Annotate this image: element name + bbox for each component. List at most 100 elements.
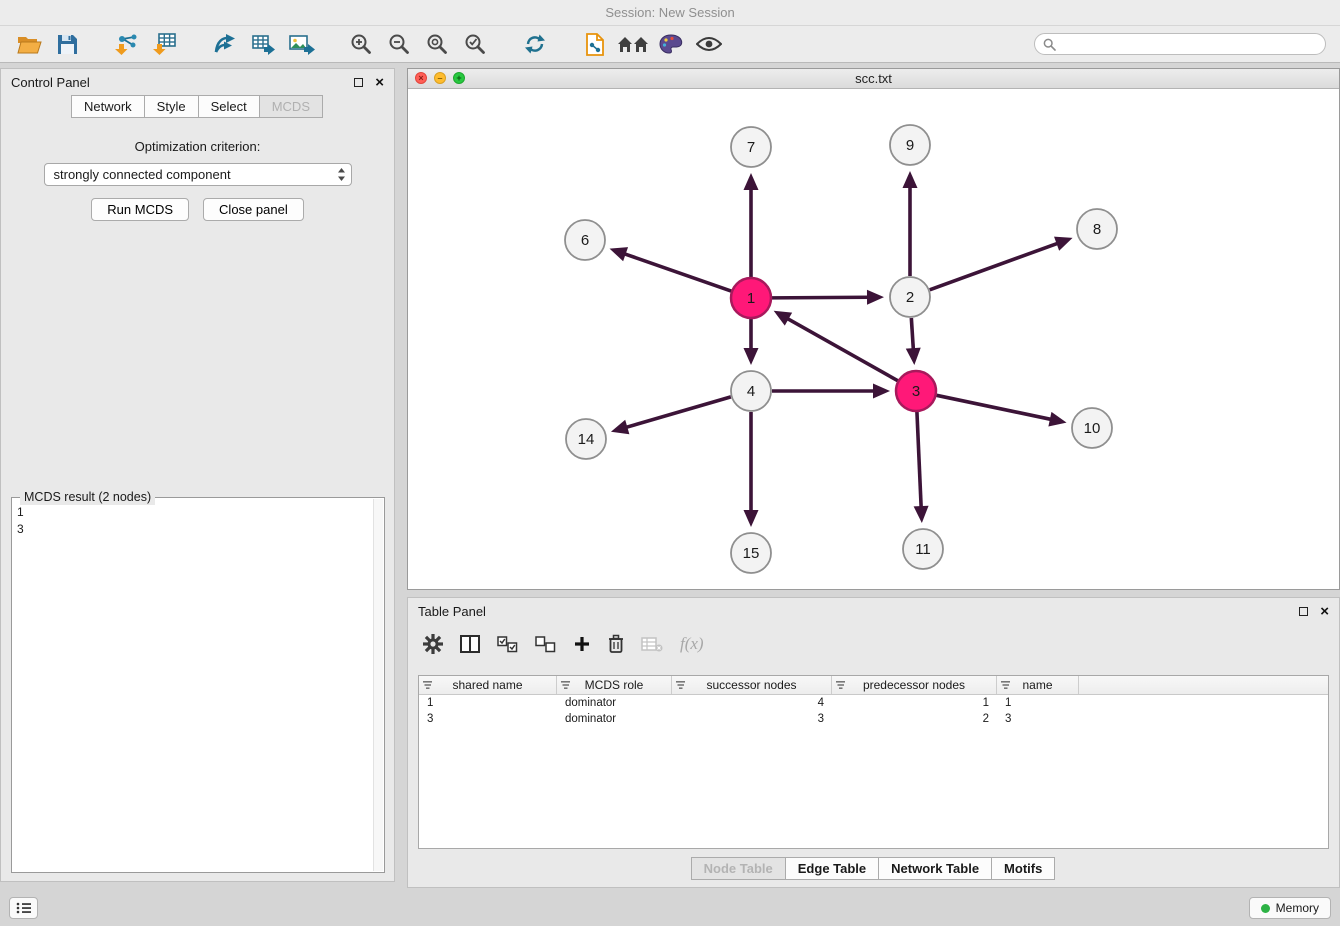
tab-edge-table[interactable]: Edge Table — [785, 857, 879, 880]
reset-view-button[interactable] — [614, 29, 652, 59]
zoom-out-icon — [388, 33, 410, 55]
graph-edge-3-10[interactable] — [937, 395, 1052, 419]
trash-icon — [608, 634, 624, 654]
graph-node-11[interactable]: 11 — [903, 529, 943, 569]
apply-function-button[interactable]: f(x) — [680, 634, 704, 654]
mcds-button-row: Run MCDS Close panel — [1, 198, 394, 221]
graph-node-15[interactable]: 15 — [731, 533, 771, 573]
close-panel-icon[interactable]: × — [375, 75, 384, 90]
tab-select[interactable]: Select — [198, 95, 260, 118]
maximize-window-icon[interactable]: + — [453, 72, 465, 84]
tab-style[interactable]: Style — [144, 95, 199, 118]
delete-row-button[interactable] — [608, 634, 624, 654]
search-input[interactable] — [1061, 37, 1317, 51]
memory-button-label: Memory — [1276, 901, 1319, 915]
zoom-in-button[interactable] — [342, 29, 380, 59]
mcds-result-list[interactable]: 13 — [17, 504, 370, 868]
table-cell: 2 — [832, 711, 997, 727]
graph-edge-1-6[interactable] — [624, 254, 731, 292]
zoom-fit-icon — [426, 33, 448, 55]
column-header-shared-name[interactable]: shared name — [419, 676, 557, 694]
column-header-predecessor-nodes[interactable]: predecessor nodes — [832, 676, 997, 694]
criterion-dropdown[interactable]: strongly connected component — [44, 163, 352, 186]
graph-node-6[interactable]: 6 — [565, 220, 605, 260]
tab-network-table[interactable]: Network Table — [878, 857, 992, 880]
graph-edge-2-3[interactable] — [911, 318, 913, 350]
show-columns-button[interactable] — [460, 635, 480, 653]
table-panel-header: Table Panel × — [408, 598, 1339, 624]
column-header-mcds-role[interactable]: MCDS role — [557, 676, 672, 694]
graph-edge-3-11[interactable] — [917, 412, 921, 508]
select-all-icon — [497, 636, 518, 653]
graph-node-3[interactable]: 3 — [896, 371, 936, 411]
column-header-successor-nodes[interactable]: successor nodes — [672, 676, 832, 694]
show-graphics-button[interactable] — [690, 29, 728, 59]
task-history-button[interactable] — [9, 897, 38, 919]
graph-node-10[interactable]: 10 — [1072, 408, 1112, 448]
close-panel-button[interactable]: Close panel — [203, 198, 304, 221]
table-row[interactable]: 3dominator323 — [419, 711, 1328, 727]
close-table-panel-icon[interactable]: × — [1320, 604, 1329, 619]
run-mcds-button[interactable]: Run MCDS — [91, 198, 189, 221]
import-table-button[interactable] — [146, 29, 184, 59]
graph-edge-4-14[interactable] — [625, 397, 730, 428]
export-network-button[interactable] — [206, 29, 244, 59]
graph-node-4[interactable]: 4 — [731, 371, 771, 411]
graph-node-8[interactable]: 8 — [1077, 209, 1117, 249]
mcds-result-item: 3 — [17, 521, 370, 538]
result-scrollbar[interactable] — [373, 499, 383, 871]
graph-node-2[interactable]: 2 — [890, 277, 930, 317]
tab-mcds[interactable]: MCDS — [259, 95, 323, 118]
tab-motifs[interactable]: Motifs — [991, 857, 1055, 880]
zoom-fit-button[interactable] — [418, 29, 456, 59]
table-settings-button[interactable] — [423, 634, 443, 654]
graph-edge-1-2[interactable] — [772, 297, 869, 298]
export-table-icon — [251, 33, 276, 55]
minimize-window-icon[interactable]: – — [434, 72, 446, 84]
tab-network[interactable]: Network — [71, 95, 145, 118]
table-row[interactable]: 1dominator411 — [419, 695, 1328, 711]
network-window-titlebar[interactable]: × – + scc.txt — [408, 69, 1339, 89]
zoom-out-button[interactable] — [380, 29, 418, 59]
graph-node-14[interactable]: 14 — [566, 419, 606, 459]
network-file-button[interactable] — [576, 29, 614, 59]
select-all-button[interactable] — [497, 636, 518, 653]
delete-column-button[interactable] — [641, 636, 663, 652]
network-graph-svg[interactable]: 7 9 6 8 1 2 4 3 14 10 15 11 — [408, 89, 1339, 588]
home-icon — [617, 35, 649, 54]
optimization-criterion-label: Optimization criterion: — [1, 139, 394, 154]
float-panel-icon[interactable] — [354, 78, 363, 87]
export-image-button[interactable] — [282, 29, 320, 59]
toolbar-search[interactable] — [1034, 33, 1326, 55]
network-canvas[interactable]: 7 9 6 8 1 2 4 3 14 10 15 11 — [408, 89, 1339, 589]
close-window-icon[interactable]: × — [415, 72, 427, 84]
export-table-button[interactable] — [244, 29, 282, 59]
network-view-window: × – + scc.txt 7 9 6 8 1 2 4 3 14 10 15 11 — [407, 68, 1340, 590]
table-cell: 4 — [672, 695, 832, 711]
import-network-button[interactable] — [108, 29, 146, 59]
graph-edge-3-1[interactable] — [787, 318, 898, 381]
edge-arrowhead — [744, 348, 759, 365]
graph-node-7[interactable]: 7 — [731, 127, 771, 167]
deselect-all-button[interactable] — [535, 636, 556, 653]
graph-edge-2-8[interactable] — [930, 243, 1059, 290]
apply-style-button[interactable] — [652, 29, 690, 59]
open-session-button[interactable] — [10, 29, 48, 59]
refresh-view-button[interactable] — [516, 29, 554, 59]
column-sort-icon — [676, 680, 686, 690]
float-table-panel-icon[interactable] — [1299, 607, 1308, 616]
edge-arrowhead — [744, 173, 759, 190]
window-title: Session: New Session — [605, 5, 734, 20]
graph-node-9[interactable]: 9 — [890, 125, 930, 165]
zoom-selected-button[interactable] — [456, 29, 494, 59]
plus-icon — [573, 635, 591, 653]
add-row-button[interactable] — [573, 635, 591, 653]
column-sort-icon — [561, 680, 571, 690]
column-header-name[interactable]: name — [997, 676, 1079, 694]
save-session-button[interactable] — [48, 29, 86, 59]
memory-button[interactable]: Memory — [1249, 897, 1331, 919]
graph-node-1[interactable]: 1 — [731, 278, 771, 318]
graph-node-label: 14 — [578, 431, 595, 448]
tab-node-table[interactable]: Node Table — [691, 857, 786, 880]
save-floppy-icon — [57, 34, 78, 55]
